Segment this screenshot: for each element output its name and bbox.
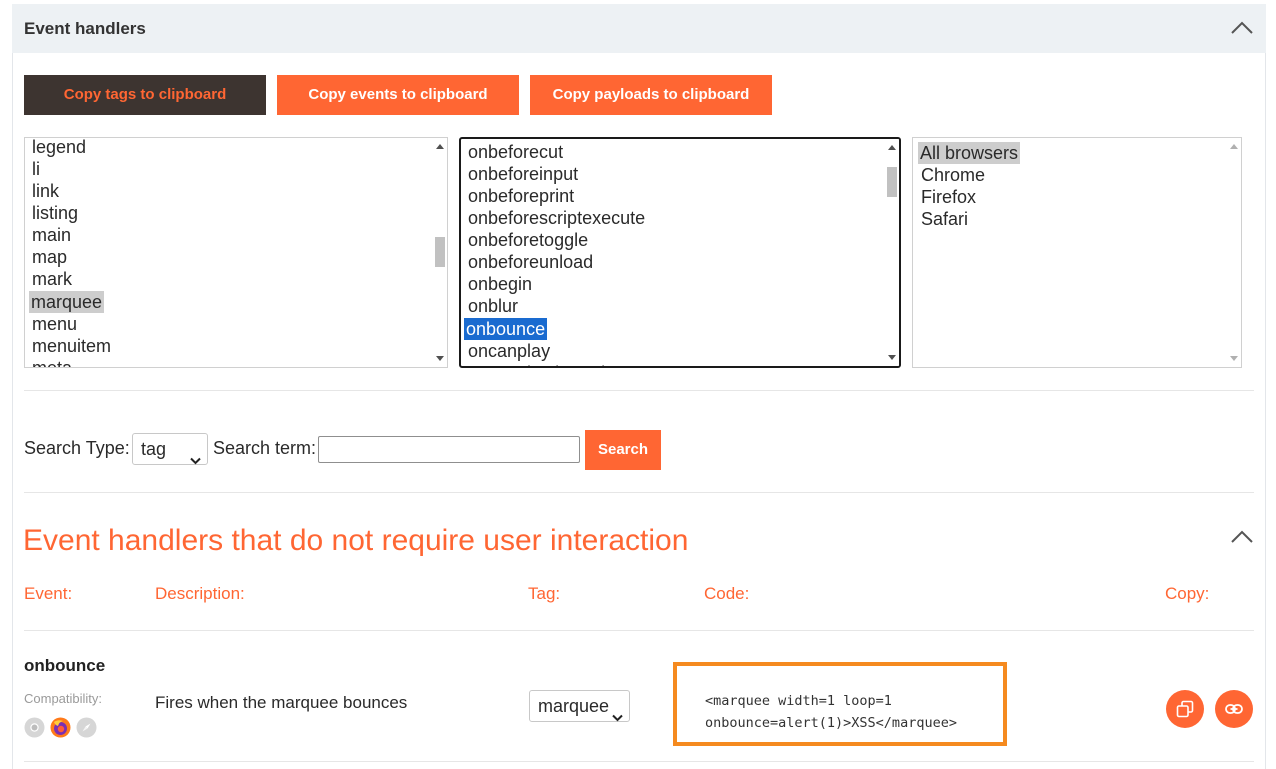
column-header-copy: Copy: <box>1165 584 1210 603</box>
copy-icon <box>1176 700 1194 718</box>
copy-tags-button[interactable]: Copy tags to clipboard <box>24 75 266 115</box>
code-line: onbounce=alert(1)>XSS</marquee> <box>705 715 957 731</box>
event-option[interactable]: onbeforescriptexecute <box>466 207 647 229</box>
event-option[interactable]: onbeforecut <box>466 141 565 163</box>
event-option[interactable]: onbeforetoggle <box>466 229 590 251</box>
code-line: <marquee width=1 loop=1 <box>705 693 892 709</box>
tags-scrollbar[interactable] <box>433 138 447 367</box>
panel-header[interactable] <box>12 4 1266 53</box>
event-name: onbounce <box>24 656 106 675</box>
event-option[interactable]: onbeforeprint <box>466 185 576 207</box>
search-type-label: Search Type: <box>24 438 130 458</box>
firefox-icon <box>50 717 71 738</box>
column-header-description: Description: <box>155 584 245 603</box>
tag-select-value: marquee <box>538 696 610 716</box>
scroll-down-arrow-icon[interactable] <box>888 355 896 360</box>
divider <box>24 390 1254 391</box>
tag-option[interactable]: mark <box>30 268 74 290</box>
browser-option[interactable]: Firefox <box>919 186 978 208</box>
browsers-scrollbar[interactable] <box>1227 138 1241 367</box>
chevron-down-icon <box>190 444 201 474</box>
event-option[interactable]: onbeforeinput <box>466 163 580 185</box>
column-header-tag: Tag: <box>528 584 561 603</box>
browser-option[interactable]: Safari <box>919 208 970 230</box>
search-term-label: Search term: <box>213 438 317 458</box>
scroll-up-arrow-icon[interactable] <box>1230 144 1238 149</box>
divider <box>24 492 1254 493</box>
code-payload-box[interactable]: <marquee width=1 loop=1 onbounce=alert(1… <box>673 662 1007 746</box>
event-option-selected[interactable]: onbounce <box>464 318 548 340</box>
tag-option[interactable]: map <box>30 246 69 268</box>
divider <box>24 761 1254 762</box>
copy-payloads-button[interactable]: Copy payloads to clipboard <box>530 75 772 115</box>
event-handlers-panel <box>12 4 1266 769</box>
tag-option[interactable]: legend <box>30 138 88 158</box>
events-listbox[interactable]: onbeforecut onbeforeinput onbeforeprint … <box>459 137 901 368</box>
tag-option[interactable]: menuitem <box>30 335 113 357</box>
search-type-select[interactable]: tag <box>132 433 208 465</box>
tag-option[interactable]: listing <box>30 202 80 224</box>
scroll-down-arrow-icon[interactable] <box>436 356 444 361</box>
event-description: Fires when the marquee bounces <box>155 693 408 712</box>
browsers-listbox[interactable]: All browsers Chrome Firefox Safari <box>912 137 1242 368</box>
event-option[interactable]: onbegin <box>466 273 534 295</box>
event-option[interactable]: onblur <box>466 295 520 317</box>
column-header-event: Event: <box>24 584 73 603</box>
collapse-chevron-up-icon[interactable] <box>1231 21 1253 35</box>
divider <box>24 630 1254 631</box>
safari-icon <box>76 717 97 738</box>
scroll-thumb[interactable] <box>887 167 897 197</box>
scroll-up-arrow-icon[interactable] <box>888 145 896 150</box>
scroll-down-arrow-icon[interactable] <box>1230 356 1238 361</box>
browser-option[interactable]: Chrome <box>919 164 987 186</box>
event-option[interactable]: oncanplaythrough <box>466 362 613 366</box>
link-icon <box>1225 704 1243 714</box>
section-collapse-chevron-up-icon[interactable] <box>1231 530 1253 544</box>
tag-option[interactable]: main <box>30 224 73 246</box>
copy-code-button[interactable] <box>1166 690 1204 728</box>
tag-option[interactable]: menu <box>30 313 79 335</box>
search-type-value: tag <box>141 439 167 459</box>
tag-select[interactable]: marquee <box>529 690 630 722</box>
tag-option[interactable]: meta <box>30 357 74 367</box>
column-header-code: Code: <box>704 584 750 603</box>
search-term-input[interactable] <box>318 436 580 463</box>
tag-option[interactable]: li <box>30 158 42 180</box>
panel-title: Event handlers <box>24 19 146 38</box>
copy-link-button[interactable] <box>1215 690 1253 728</box>
copy-events-button[interactable]: Copy events to clipboard <box>277 75 519 115</box>
browser-option-selected[interactable]: All browsers <box>918 142 1021 164</box>
scroll-thumb[interactable] <box>435 237 445 267</box>
tags-listbox[interactable]: legend li link listing main map mark mar… <box>24 137 448 368</box>
chevron-down-icon <box>612 701 623 731</box>
scroll-up-arrow-icon[interactable] <box>436 144 444 149</box>
section-title: Event handlers that do not require user … <box>23 524 689 557</box>
compatibility-label: Compatibility: <box>24 691 103 706</box>
tag-option-selected[interactable]: marquee <box>29 291 105 313</box>
chrome-icon <box>24 717 45 738</box>
events-scrollbar[interactable] <box>885 139 899 366</box>
event-option[interactable]: onbeforeunload <box>466 251 595 273</box>
tag-option[interactable]: link <box>30 180 61 202</box>
event-option[interactable]: oncanplay <box>466 340 552 362</box>
search-button[interactable]: Search <box>585 430 661 470</box>
